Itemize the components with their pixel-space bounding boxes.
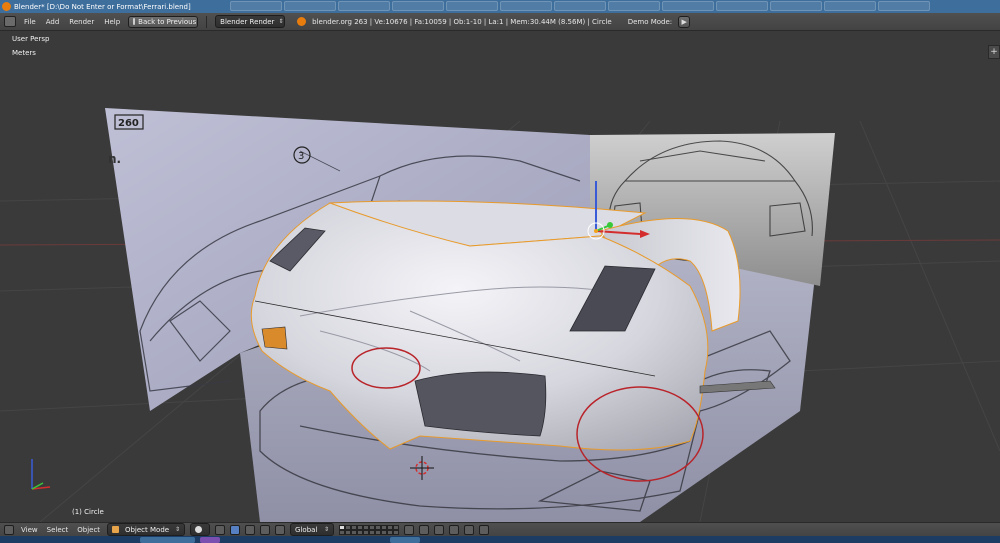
solid-shading-icon <box>195 526 203 533</box>
menu-file[interactable]: File <box>22 18 38 26</box>
object-mode-value: Object Mode <box>124 525 170 534</box>
dropdown-arrows-icon: ⇕ <box>175 526 181 533</box>
manipulator-icon[interactable] <box>230 524 241 535</box>
play-icon[interactable]: ▶ <box>678 15 691 28</box>
window-title: Blender* [D:\Do Not Enter or Format\Ferr… <box>14 2 191 11</box>
snap-magnet-icon[interactable] <box>434 524 445 535</box>
dropdown-arrows-icon: ⇕ <box>324 526 330 533</box>
render-animation-icon[interactable] <box>479 524 490 535</box>
blueprint-page-number: 260 <box>118 118 139 129</box>
car-mesh-headlight <box>261 326 288 350</box>
transform-orientation-value: Global <box>295 525 318 534</box>
render-icon[interactable] <box>464 524 475 535</box>
demo-mode-label: Demo Mode: <box>627 17 673 26</box>
object-mode-select[interactable]: Object Mode ⇕ <box>107 523 186 536</box>
menu-help[interactable]: Help <box>102 18 122 26</box>
taskbar-item[interactable] <box>140 537 195 543</box>
rotate-manipulator-icon[interactable] <box>260 524 271 535</box>
blender-logo-icon <box>2 2 11 11</box>
viewport-shading-select[interactable] <box>190 523 211 536</box>
transform-orientation-select[interactable]: Global ⇕ <box>290 523 335 536</box>
menu-add[interactable]: Add <box>44 18 62 26</box>
blender-logo-icon <box>297 17 307 26</box>
info-header: File Add Render Help Back to Previous Bl… <box>0 13 1000 31</box>
back-to-previous-button[interactable]: Back to Previous <box>128 15 199 28</box>
window-titlebar: Blender* [D:\Do Not Enter or Format\Ferr… <box>0 0 1000 13</box>
proportional-edit-icon[interactable] <box>419 524 430 535</box>
car-mesh-front-intake <box>414 371 547 437</box>
menu-render[interactable]: Render <box>67 18 96 26</box>
dropdown-arrows-icon: ⇕ <box>278 18 284 25</box>
blueprint-callout-number: 3 <box>298 151 304 162</box>
render-engine-value: Blender Render <box>220 17 275 26</box>
back-to-previous-label: Back to Previous <box>138 17 197 26</box>
object-mode-icon <box>112 526 120 533</box>
scale-manipulator-icon[interactable] <box>275 524 286 535</box>
3d-view-header: View Select Object Object Mode ⇕ Global … <box>0 522 1000 536</box>
pivot-point-icon[interactable] <box>215 524 226 535</box>
translate-manipulator-icon[interactable] <box>245 524 256 535</box>
render-engine-select[interactable]: Blender Render ⇕ <box>215 15 286 28</box>
scene-statistics: blender.org 263 | Ve:10676 | Fa:10059 | … <box>312 17 612 26</box>
units-label: Meters <box>12 49 36 57</box>
menu-select[interactable]: Select <box>45 526 71 534</box>
menu-view[interactable]: View <box>19 526 40 534</box>
axis-gizmo <box>31 459 51 490</box>
scene-layers[interactable] <box>339 524 400 535</box>
viewport-canvas: 260 3 n. <box>0 108 1000 522</box>
info-editor-type-icon[interactable] <box>4 16 16 27</box>
3d-view-icon[interactable] <box>4 524 14 535</box>
active-object-label: (1) Circle <box>72 508 104 516</box>
lock-camera-icon[interactable] <box>404 524 415 535</box>
properties-panel-toggle[interactable]: + <box>988 45 1000 59</box>
os-taskbar <box>0 536 1000 543</box>
taskbar-item[interactable] <box>390 537 420 543</box>
3d-viewport[interactable]: 260 3 n. User Persp Meters (1) Circle + <box>0 31 1000 522</box>
taskbar-item[interactable] <box>200 537 220 543</box>
back-arrow-icon <box>133 18 136 25</box>
view-perspective-label: User Persp <box>12 35 50 43</box>
background-tabs <box>230 1 930 11</box>
blueprint-margin-text: n. <box>108 152 121 166</box>
menu-object[interactable]: Object <box>75 526 102 534</box>
snap-element-icon[interactable] <box>449 524 460 535</box>
separator <box>206 15 208 28</box>
